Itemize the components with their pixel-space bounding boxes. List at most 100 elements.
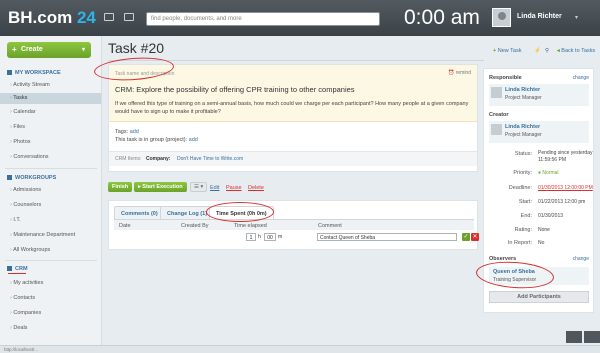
change-responsible-link[interactable]: change [573, 75, 589, 81]
sidebar-item-photos[interactable]: Photos [10, 137, 100, 148]
sidebar-item-all-workgroups[interactable]: All Workgroups [10, 245, 100, 256]
task-panel: Task name and description ⏰ remind CRM: … [108, 64, 478, 172]
finish-button[interactable]: Finish [108, 182, 133, 192]
rating-value: None [538, 227, 550, 233]
in-report-label: In Report: [507, 240, 532, 246]
observers-label: Observers [489, 256, 517, 262]
status-bar: http://localhost/... [0, 345, 600, 353]
messages-icon[interactable] [124, 13, 134, 21]
sidebar-item-contacts[interactable]: Contacts [10, 293, 100, 304]
remind-link[interactable]: ⏰ remind [448, 70, 471, 76]
column-header: Date [119, 223, 131, 229]
back-to-tasks-link[interactable]: ◂ Back to Tasks [557, 48, 595, 54]
person-name[interactable]: Linda Richter [505, 124, 540, 130]
sidebar-item-companies[interactable]: Companies [10, 308, 100, 319]
minutes-input[interactable]: 00 [264, 233, 276, 241]
plus-icon: + [493, 48, 497, 54]
end-value: 01/30/2013 [538, 213, 564, 219]
save-check-icon[interactable]: ✓ [462, 233, 470, 241]
chevron-down-icon[interactable]: ▾ [575, 14, 578, 21]
sidebar-item-calendar[interactable]: Calendar [10, 107, 100, 118]
sidebar-item-conversations[interactable]: Conversations [10, 152, 100, 163]
status-value: Pending since yesterday 11:59:56 PM [538, 150, 593, 163]
pause-link[interactable]: Pause [226, 185, 242, 191]
delete-link[interactable]: Delete [248, 185, 264, 191]
filter-icon[interactable]: ⚲ [545, 48, 549, 54]
sidebar-item-maintenance[interactable]: Maintenance Department [10, 230, 100, 241]
tasks-icon[interactable] [104, 13, 114, 21]
tab-change-log[interactable]: Change Log (1) [160, 206, 215, 219]
tabs-panel: Comments (0) Change Log (1) Time Spent (… [108, 200, 479, 250]
comment-input[interactable]: Contact Queen of Sheba [317, 233, 457, 241]
column-header: Created By [181, 223, 209, 229]
sidebar-group-crm[interactable]: CRM [7, 266, 28, 272]
add-group-link[interactable]: add [189, 137, 198, 143]
sidebar-item-activity-stream[interactable]: Activity Stream [10, 80, 100, 91]
chat-icon[interactable] [566, 331, 582, 343]
tags-block: Tags: add This task is in group (project… [115, 129, 198, 143]
user-name[interactable]: Linda Richter [517, 13, 562, 20]
start-execution-button[interactable]: ▸ Start Execution [134, 182, 187, 192]
lightning-icon[interactable]: ⚡ [534, 48, 541, 54]
sidebar-item-my-activities[interactable]: My activities [10, 278, 100, 289]
person-name[interactable]: Queen of Sheba [493, 269, 535, 275]
company-link[interactable]: Don't Have Time to Write.com [177, 156, 243, 162]
sidebar-item-counselors[interactable]: Counselors [10, 200, 100, 211]
create-button[interactable]: + Create ▾ [7, 42, 91, 58]
rating-label: Rating: [514, 227, 532, 233]
column-header: Comment [318, 223, 342, 229]
company-label: Company: [146, 156, 171, 162]
divider [108, 60, 484, 61]
avatar [491, 124, 502, 135]
top-bar: BH.com 24 find people, documents, and mo… [0, 0, 600, 36]
person-role: Training Supervisor [493, 277, 537, 283]
creator-person[interactable]: Linda Richter Project Manager [489, 121, 589, 143]
avatar[interactable] [492, 8, 511, 27]
add-tag-link[interactable]: add [130, 129, 139, 135]
person-role: Project Manager [505, 95, 542, 101]
task-heading: CRM: Explore the possibility of offering… [115, 85, 355, 94]
divider [5, 168, 97, 169]
app-logo[interactable]: BH.com 24 [8, 8, 96, 28]
hours-input[interactable]: 1 [246, 233, 256, 241]
divider [5, 260, 97, 261]
edit-link[interactable]: Edit [210, 185, 219, 191]
clock: 0:00 am [404, 6, 480, 29]
observer-person[interactable]: Queen of Sheba Training Supervisor [489, 267, 589, 285]
sidebar-group-workgroups[interactable]: WORKGROUPS [7, 175, 56, 181]
person-name[interactable]: Linda Richter [505, 87, 540, 93]
priority-label: Priority: [513, 170, 532, 176]
status-label: Status: [514, 151, 532, 157]
sidebar-item-deals[interactable]: Deals [10, 323, 100, 334]
column-header: Time elapsed [234, 223, 267, 229]
task-name-label: Task name and description [115, 71, 175, 77]
chevron-down-icon: ▾ [81, 47, 85, 53]
more-actions-button[interactable]: ☰ ▾ [190, 182, 208, 192]
notifications-icon[interactable] [584, 331, 600, 343]
cancel-x-icon[interactable]: ✕ [471, 233, 479, 241]
start-value: 01/22/2013 12:00 pm [538, 199, 586, 205]
tab-time-spent[interactable]: Time Spent (0h 0m) [209, 206, 274, 219]
new-task-link[interactable]: + New Task [493, 48, 522, 54]
task-description: If we offered this type of training on a… [115, 101, 469, 115]
sidebar-group-my-workspace[interactable]: MY WORKSPACE [7, 70, 61, 76]
priority-value[interactable]: ● Normal [538, 170, 559, 177]
plus-icon: + [12, 45, 17, 54]
hours-unit: h [258, 234, 261, 240]
sidebar-item-it[interactable]: I.T. [10, 215, 100, 226]
sidebar: + Create ▾ MY WORKSPACE Activity Stream … [0, 36, 102, 353]
task-details-panel: Responsible change Linda Richter Project… [483, 68, 594, 313]
responsible-person[interactable]: Linda Richter Project Manager [489, 84, 589, 106]
add-participants-button[interactable]: Add Participants [489, 291, 589, 303]
sidebar-item-files[interactable]: Files [10, 122, 100, 133]
tab-comments[interactable]: Comments (0) [114, 206, 165, 219]
end-label: End: [520, 213, 532, 219]
sidebar-item-admissions[interactable]: Admissions [10, 185, 100, 196]
change-observers-link[interactable]: change [573, 256, 589, 262]
crm-items-label: CRM Items: [115, 156, 142, 162]
annotation-underline [8, 273, 26, 274]
sidebar-item-tasks[interactable]: Tasks [0, 93, 101, 104]
search-input[interactable]: find people, documents, and more [146, 12, 380, 26]
deadline-value[interactable]: 01/30/2013 12:00:00 PM [538, 185, 593, 192]
crm-items-row: CRM Items: Company: Don't Have Time to W… [109, 151, 477, 166]
